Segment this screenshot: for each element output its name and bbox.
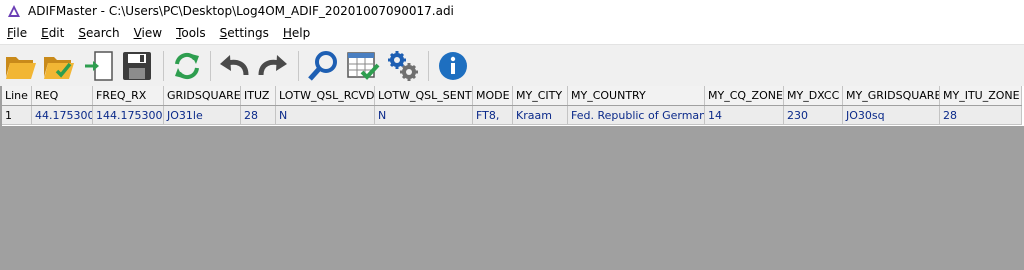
column-header-my-cq-zone[interactable]: MY_CQ_ZONE: [705, 86, 784, 105]
open-folder-icon: [6, 57, 36, 79]
settings-button[interactable]: [386, 49, 420, 83]
cell-freq[interactable]: 44.175300: [32, 106, 93, 125]
open-button[interactable]: [4, 49, 38, 83]
cell-gridsquare[interactable]: JO31le: [164, 106, 241, 125]
app-logo-icon: [8, 5, 20, 17]
validate-button[interactable]: [346, 49, 380, 83]
toolbar-separator: [163, 51, 164, 81]
open-check-icon: [44, 57, 74, 79]
undo-icon: [220, 55, 249, 76]
menu-search[interactable]: Search: [71, 22, 126, 44]
redo-icon: [258, 55, 287, 76]
save-button[interactable]: [120, 49, 154, 83]
cell-ituz[interactable]: 28: [241, 106, 276, 125]
toolbar: [0, 44, 1024, 86]
cell-my-dxcc[interactable]: 230: [784, 106, 843, 125]
search-button[interactable]: [306, 49, 340, 83]
window-title: ADIFMaster - C:\Users\PC\Desktop\Log4OM_…: [28, 4, 454, 18]
refresh-button[interactable]: [170, 49, 204, 83]
cell-my-cq-zone[interactable]: 14: [705, 106, 784, 125]
table-header: Line REQ FREQ_RX GRIDSQUARE ITUZ LOTW_QS…: [2, 86, 1022, 106]
column-header-line[interactable]: Line: [2, 86, 32, 105]
menu-edit[interactable]: Edit: [34, 22, 71, 44]
cell-lotw-qsl-rcvd[interactable]: N: [276, 106, 375, 125]
toolbar-separator: [210, 51, 211, 81]
cell-my-gridsquare[interactable]: JO30sq: [843, 106, 940, 125]
column-header-my-country[interactable]: MY_COUNTRY: [568, 86, 705, 105]
column-header-freq-rx[interactable]: FREQ_RX: [93, 86, 164, 105]
cell-my-city[interactable]: Kraam: [513, 106, 568, 125]
import-button[interactable]: [82, 49, 116, 83]
menu-view[interactable]: View: [127, 22, 169, 44]
info-icon: [439, 52, 467, 80]
cell-mode[interactable]: FT8,: [473, 106, 513, 125]
column-header-freq[interactable]: REQ: [32, 86, 93, 105]
menu-file[interactable]: File: [0, 22, 34, 44]
column-header-lotw-qsl-rcvd[interactable]: LOTW_QSL_RCVD: [276, 86, 375, 105]
settings-gears-icon: [388, 51, 418, 81]
save-icon: [123, 52, 151, 80]
redo-button[interactable]: [256, 49, 290, 83]
toolbar-separator: [298, 51, 299, 81]
cell-line[interactable]: 1: [2, 106, 32, 125]
column-header-gridsquare[interactable]: GRIDSQUARE: [164, 86, 241, 105]
undo-button[interactable]: [217, 49, 251, 83]
menu-bar: File Edit Search View Tools Settings Hel…: [0, 22, 1024, 44]
menu-tools[interactable]: Tools: [169, 22, 213, 44]
validate-table-icon: [347, 52, 380, 80]
column-header-mode[interactable]: MODE: [473, 86, 513, 105]
title-bar: ADIFMaster - C:\Users\PC\Desktop\Log4OM_…: [0, 0, 1024, 22]
menu-help[interactable]: Help: [276, 22, 317, 44]
cell-lotw-qsl-sent[interactable]: N: [375, 106, 473, 125]
toolbar-separator: [428, 51, 429, 81]
data-grid: Line REQ FREQ_RX GRIDSQUARE ITUZ LOTW_QS…: [2, 86, 1024, 126]
table-row[interactable]: 1 44.175300 144.175300 JO31le 28 N N FT8…: [2, 106, 1022, 125]
info-button[interactable]: [436, 49, 470, 83]
menu-settings[interactable]: Settings: [213, 22, 276, 44]
import-icon: [85, 51, 113, 81]
cell-my-country[interactable]: Fed. Republic of Germany: [568, 106, 705, 125]
refresh-icon: [175, 52, 199, 80]
cell-my-itu-zone[interactable]: 28: [940, 106, 1022, 125]
column-header-my-gridsquare[interactable]: MY_GRIDSQUARE: [843, 86, 940, 105]
column-header-ituz[interactable]: ITUZ: [241, 86, 276, 105]
cell-freq-rx[interactable]: 144.175300: [93, 106, 164, 125]
column-header-my-dxcc[interactable]: MY_DXCC: [784, 86, 843, 105]
column-header-my-itu-zone[interactable]: MY_ITU_ZONE: [940, 86, 1022, 105]
column-header-lotw-qsl-sent[interactable]: LOTW_QSL_SENT: [375, 86, 473, 105]
open-validate-button[interactable]: [42, 49, 76, 83]
column-header-my-city[interactable]: MY_CITY: [513, 86, 568, 105]
search-icon: [308, 51, 337, 81]
